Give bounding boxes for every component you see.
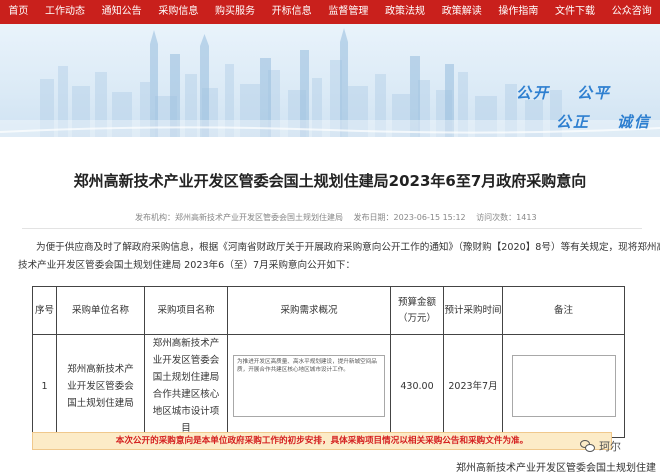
nav-item-work-news[interactable]: 工作动态 (37, 0, 94, 24)
disclaimer-notice: 本次公开的采购意向是本单位政府采购工作的初步安排，具体采购项目情况以相关采购公告… (32, 432, 612, 450)
meta-date: 发布日期：2023-06-15 15:12 (353, 213, 466, 222)
nav-item-policies[interactable]: 政策法规 (377, 0, 434, 24)
slogan-integrity: 诚信 (617, 113, 652, 131)
cell-requirement: 为推进开发区高质量、高水平规划建设，提升新城空间品质，开展合作共建区核心地区城市… (227, 334, 391, 438)
nav-item-guide[interactable]: 操作指南 (490, 0, 547, 24)
nav-item-downloads[interactable]: 文件下载 (547, 0, 604, 24)
footer-organization: 郑州高新技术产业开发区管委会国土规划住建 (456, 463, 656, 474)
procurement-table: 序号 采购单位名称 采购项目名称 采购需求概况 预算金额（万元） 预计采购时间 … (32, 286, 625, 438)
nav-item-supervision[interactable]: 监督管理 (320, 0, 377, 24)
watermark-text: 珂尔 (599, 440, 621, 453)
th-unit: 采购单位名称 (56, 286, 145, 335)
nav-item-policy-interpretation[interactable]: 政策解读 (433, 0, 490, 24)
nav-item-home[interactable]: 首页 (0, 0, 37, 24)
cell-amount: 430.00 (390, 334, 444, 438)
watermark: 珂尔 (580, 438, 621, 454)
th-requirement: 采购需求概况 (227, 286, 391, 335)
wechat-icon (580, 439, 596, 453)
article-title: 郑州高新技术产业开发区管委会国土规划住建局2023年6至7月政府采购意向 (73, 172, 587, 190)
nav-item-purchase-services[interactable]: 购买服务 (207, 0, 264, 24)
note-textbox (511, 355, 616, 417)
slogan-justice: 公正 (556, 113, 591, 131)
nav-item-bid-opening[interactable]: 开标信息 (263, 0, 320, 24)
table-row: 1 郑州高新技术产业开发区管委会国土规划住建局 郑州高新技术产业开发区管委会国土… (32, 334, 625, 438)
meta-publisher: 发布机构：郑州高新技术产业开发区管委会国土规划住建局 (135, 213, 343, 222)
th-project: 采购项目名称 (144, 286, 228, 335)
requirement-textbox: 为推进开发区高质量、高水平规划建设，提升新城空间品质，开展合作共建区核心地区城市… (233, 355, 385, 417)
nav-item-procurement-info[interactable]: 采购信息 (150, 0, 207, 24)
intro-line-1: 为便于供应商及时了解政府采购信息，根据《河南省财政厅关于开展政府采购意向公开工作… (36, 242, 660, 253)
slogan-openness: 公开 (516, 84, 551, 102)
th-amount: 预算金额（万元） (390, 286, 444, 335)
cell-project: 郑州高新技术产业开发区管委会国土规划住建局合作共建区核心地区城市设计项目 (144, 334, 228, 438)
article-meta: 发布机构：郑州高新技术产业开发区管委会国土规划住建局 发布日期：2023-06-… (135, 212, 545, 223)
cell-note (502, 334, 625, 438)
slogan-fairness: 公平 (577, 84, 612, 102)
intro-paragraph: 为便于供应商及时了解政府采购信息，根据《河南省财政厅关于开展政府采购意向公开工作… (18, 239, 660, 275)
cell-time: 2023年7月 (443, 334, 503, 438)
cell-seq: 1 (32, 334, 57, 438)
meta-views: 访问次数：1413 (476, 213, 537, 222)
nav-item-public-consult[interactable]: 公众咨询 (603, 0, 660, 24)
meta-divider (22, 228, 642, 229)
cell-unit: 郑州高新技术产业开发区管委会国土规划住建局 (56, 334, 145, 438)
th-seq: 序号 (32, 286, 57, 335)
th-time: 预计采购时间 (443, 286, 503, 335)
th-note: 备注 (502, 286, 625, 335)
table-header-row: 序号 采购单位名称 采购项目名称 采购需求概况 预算金额（万元） 预计采购时间 … (32, 286, 625, 335)
intro-line-2: 技术产业开发区管委会国土规划住建局 2023年6（至）7月采购意向公开如下： (18, 260, 356, 271)
banner: 公开 公平 公正 诚信 (0, 24, 660, 137)
nav-item-notices[interactable]: 通知公告 (93, 0, 150, 24)
top-nav: 首页 工作动态 通知公告 采购信息 购买服务 开标信息 监督管理 政策法规 政策… (0, 0, 660, 24)
